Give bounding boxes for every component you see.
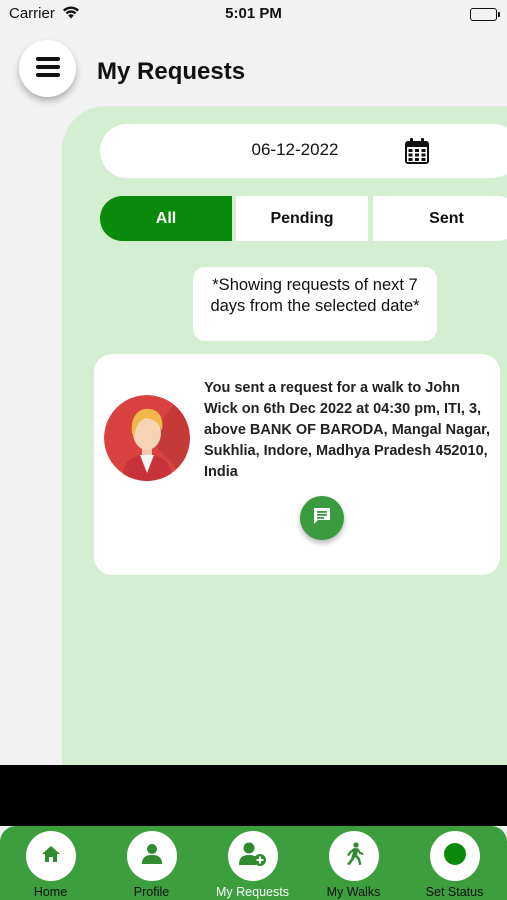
status-dot-icon <box>443 842 467 870</box>
bottom-nav: Home Profile My Requests My Walks Set St… <box>0 826 507 900</box>
chat-button[interactable] <box>300 496 344 540</box>
request-message: You sent a request for a walk to John Wi… <box>204 380 491 480</box>
nav-item-my-walks[interactable]: My Walks <box>303 826 404 900</box>
requests-icon <box>239 841 267 871</box>
tab-all[interactable]: All <box>100 196 232 241</box>
nav-circle <box>228 831 278 881</box>
request-filter-tabs: All Pending Sent <box>100 196 507 241</box>
nav-item-profile[interactable]: Profile <box>101 826 202 900</box>
nav-label-my-walks: My Walks <box>326 885 381 899</box>
nav-item-my-requests[interactable]: My Requests <box>202 826 303 900</box>
home-icon <box>41 844 61 868</box>
nav-label-profile: Profile <box>133 885 170 899</box>
nav-circle <box>329 831 379 881</box>
black-band <box>0 765 507 826</box>
walk-icon <box>343 842 365 870</box>
nav-circle <box>127 831 177 881</box>
nav-item-home[interactable]: Home <box>0 826 101 900</box>
nav-label-set-status: Set Status <box>425 885 484 899</box>
nav-circle <box>430 831 480 881</box>
nav-item-set-status[interactable]: Set Status <box>404 826 505 900</box>
hamburger-icon <box>35 56 60 82</box>
chat-icon <box>312 506 332 530</box>
nav-label-home: Home <box>33 885 68 899</box>
date-range-notice: *Showing requests of next 7 days from th… <box>193 267 437 341</box>
status-bar: Carrier 5:01 PM <box>0 0 507 30</box>
nav-circle <box>26 831 76 881</box>
request-card: You sent a request for a walk to John Wi… <box>94 354 500 575</box>
avatar <box>104 395 190 481</box>
date-picker-field[interactable]: 06-12-2022 <box>100 124 507 178</box>
date-value: 06-12-2022 <box>251 140 339 159</box>
calendar-icon[interactable] <box>405 138 429 168</box>
menu-button[interactable] <box>19 40 76 97</box>
clock: 5:01 PM <box>225 5 282 22</box>
profile-icon <box>140 842 164 870</box>
page-title: My Requests <box>97 58 246 85</box>
tab-pending[interactable]: Pending <box>236 196 368 241</box>
tab-sent[interactable]: Sent <box>373 196 507 241</box>
nav-label-my-requests: My Requests <box>216 885 289 899</box>
battery-icon <box>470 8 500 21</box>
